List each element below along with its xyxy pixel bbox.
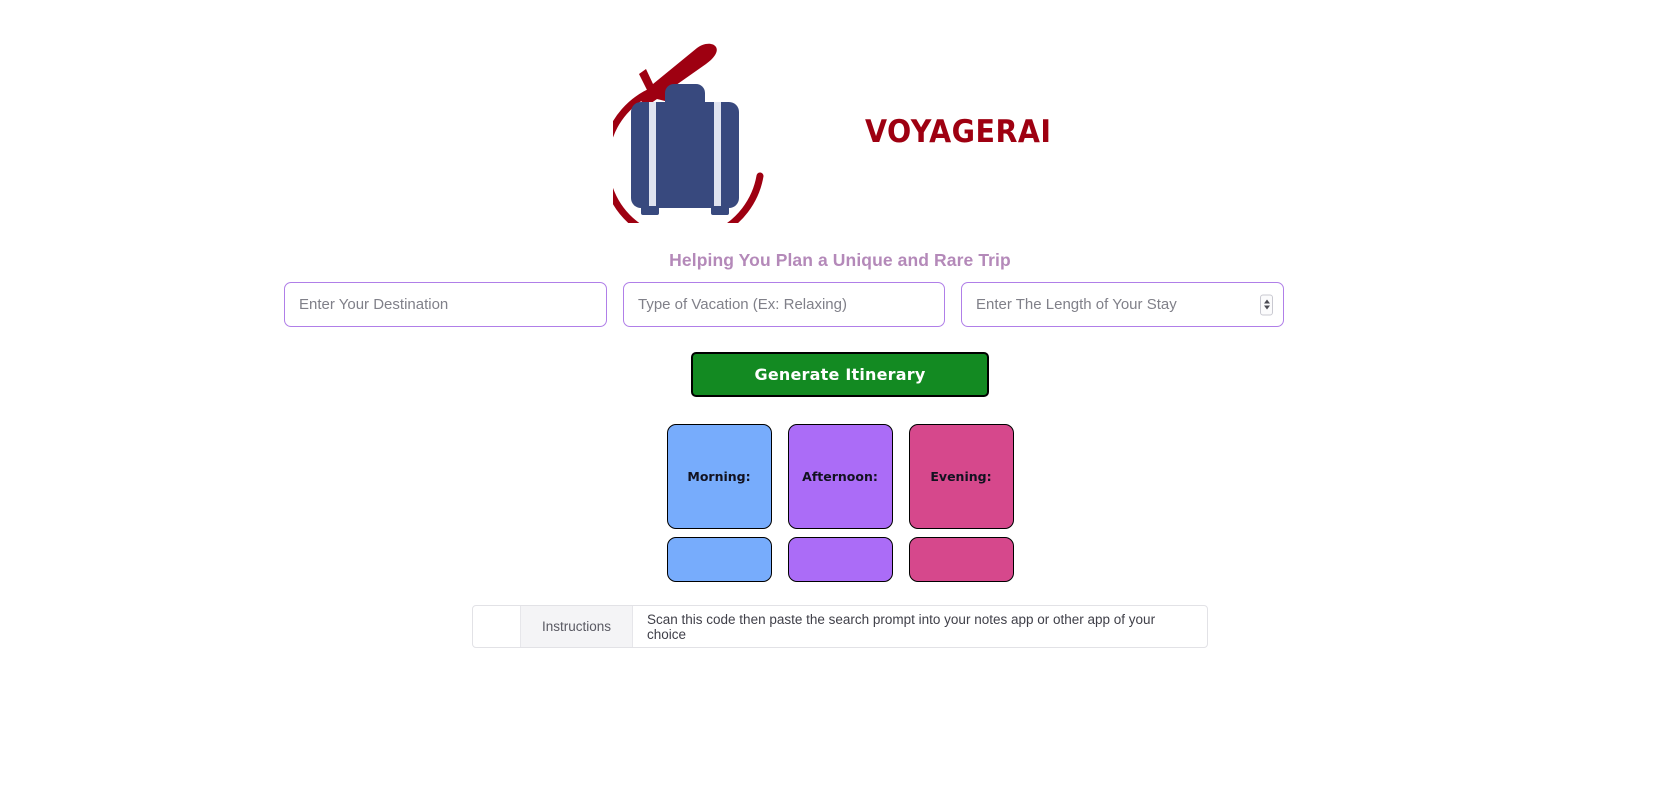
card-evening-header: Evening: <box>908 424 1014 529</box>
card-afternoon-body <box>787 537 893 582</box>
suitcase-airplane-icon <box>612 38 863 223</box>
card-evening-body <box>908 537 1014 582</box>
card-afternoon: Afternoon: <box>787 424 893 582</box>
search-form <box>284 282 1284 327</box>
vacation-type-field-wrapper[interactable] <box>623 282 945 327</box>
instructions-label-cell: Instructions <box>521 606 633 647</box>
brand-wordmark: VOYAGERAI <box>864 114 1052 150</box>
stepper-up-icon[interactable] <box>1263 299 1270 304</box>
generate-itinerary-button[interactable]: Generate Itinerary <box>691 352 989 397</box>
generate-row: Generate Itinerary <box>0 352 1680 397</box>
instructions-row: Instructions Scan this code then paste t… <box>0 605 1680 648</box>
length-of-stay-field-wrapper[interactable] <box>961 282 1284 327</box>
itinerary-cards: Morning: Afternoon: Evening: <box>0 424 1680 582</box>
destination-field-wrapper[interactable] <box>284 282 607 327</box>
destination-input[interactable] <box>299 296 592 313</box>
instructions-text-cell: Scan this code then paste the search pro… <box>647 611 1156 642</box>
stepper-down-icon[interactable] <box>1263 305 1270 310</box>
card-morning-header: Morning: <box>666 424 772 529</box>
tagline: Helping You Plan a Unique and Rare Trip <box>669 250 1011 270</box>
card-morning: Morning: <box>666 424 772 582</box>
length-of-stay-input[interactable] <box>976 296 1269 313</box>
card-morning-body <box>666 537 772 582</box>
instructions-table: Instructions Scan this code then paste t… <box>472 605 1208 648</box>
card-evening: Evening: <box>908 424 1014 582</box>
number-stepper[interactable] <box>1260 294 1273 315</box>
card-afternoon-header: Afternoon: <box>787 424 893 529</box>
instructions-blank-cell <box>473 606 521 647</box>
vacation-type-input[interactable] <box>638 296 930 313</box>
app-root: VOYAGERAI Helping You Plan a Unique and … <box>0 0 1680 791</box>
brand-logo: VOYAGERAI <box>0 38 1680 223</box>
